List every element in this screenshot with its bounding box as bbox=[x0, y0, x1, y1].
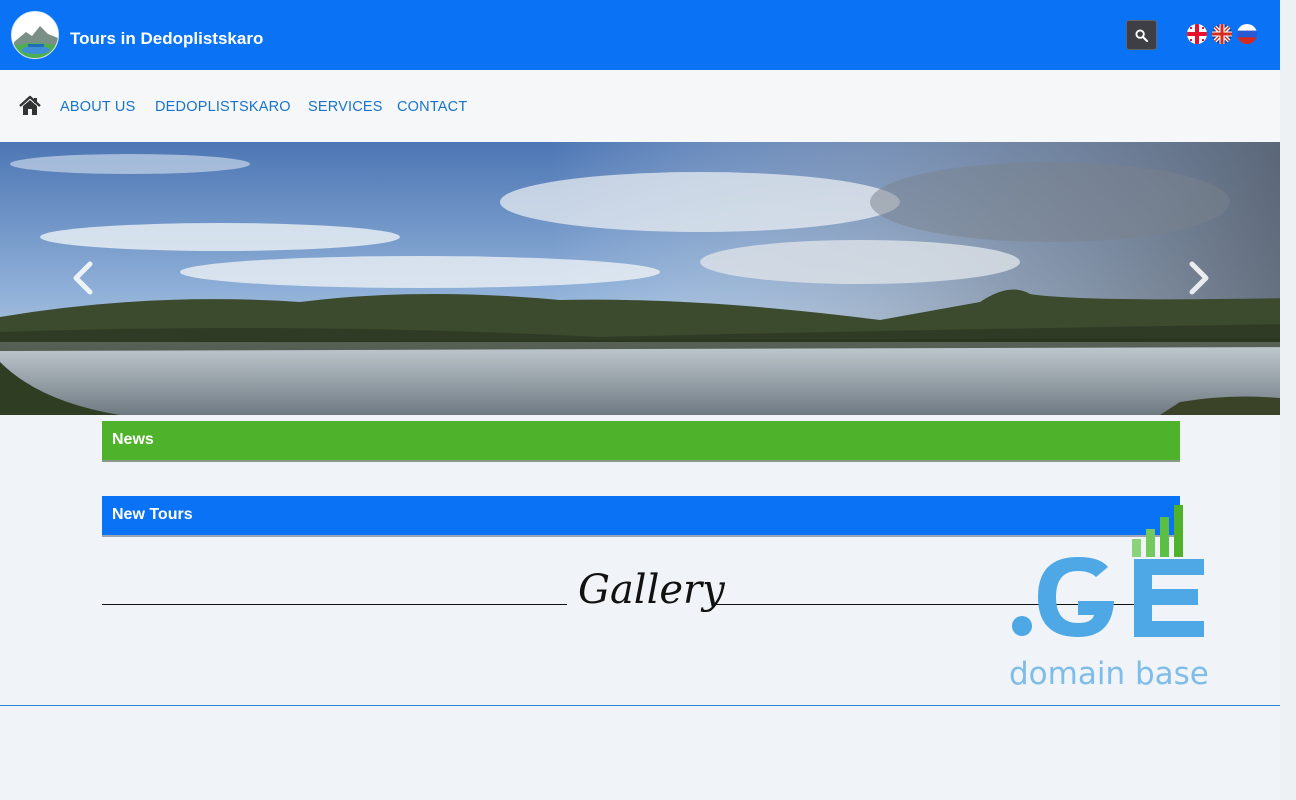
mountain-logo-icon bbox=[12, 12, 58, 58]
hero-carousel bbox=[0, 142, 1295, 415]
search-icon bbox=[1135, 28, 1148, 42]
main-navigation: ABOUT US DEDOPLISTSKARO SERVICES CONTACT bbox=[0, 70, 1280, 142]
search-button[interactable] bbox=[1126, 20, 1157, 50]
carousel-prev-button[interactable] bbox=[68, 260, 98, 296]
home-link[interactable] bbox=[19, 95, 41, 117]
carousel-next-button[interactable] bbox=[1184, 260, 1214, 296]
russia-flag-icon bbox=[1237, 24, 1257, 44]
georgia-flag-icon bbox=[1187, 24, 1207, 44]
chevron-left-icon bbox=[73, 261, 93, 295]
nav-dedoplistskaro[interactable]: DEDOPLISTSKARO bbox=[155, 99, 291, 115]
gallery-divider-left bbox=[102, 604, 567, 605]
lake-landscape-image bbox=[0, 142, 1295, 415]
footer-divider bbox=[0, 705, 1280, 706]
site-logo[interactable] bbox=[11, 11, 59, 59]
nav-services[interactable]: SERVICES bbox=[308, 99, 383, 115]
language-english[interactable] bbox=[1212, 24, 1232, 44]
language-russian[interactable] bbox=[1237, 24, 1257, 44]
page-scrollbar[interactable] bbox=[1280, 0, 1296, 800]
news-section-header: News bbox=[102, 421, 1180, 462]
home-icon bbox=[19, 95, 41, 115]
site-title[interactable]: Tours in Dedoplistskaro bbox=[70, 29, 263, 49]
chevron-right-icon bbox=[1189, 261, 1209, 295]
gallery-title: Gallery bbox=[578, 567, 725, 613]
domain-base-text: domain base bbox=[1009, 656, 1209, 692]
nav-about-us[interactable]: ABOUT US bbox=[60, 99, 135, 115]
nav-contact[interactable]: CONTACT bbox=[397, 99, 467, 115]
uk-flag-icon bbox=[1212, 24, 1232, 44]
language-georgian[interactable] bbox=[1187, 24, 1207, 44]
header-bar: Tours in Dedoplistskaro bbox=[0, 0, 1280, 70]
ge-domain-logo-icon bbox=[1012, 505, 1204, 637]
